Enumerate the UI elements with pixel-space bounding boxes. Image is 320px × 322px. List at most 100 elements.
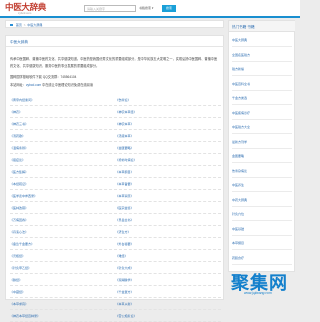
book-link[interactable]: 《千金翼方》 bbox=[116, 290, 222, 294]
book-link[interactable]: 《难经》 bbox=[116, 254, 222, 258]
sidebar-link[interactable]: 中医基础 bbox=[232, 227, 244, 231]
sidebar-divider bbox=[232, 118, 292, 119]
book-link[interactable]: 《黄帝内经素问》 bbox=[10, 98, 116, 102]
sidebar-divider bbox=[232, 147, 292, 148]
book-link[interactable]: 《瘟疫论》 bbox=[10, 158, 116, 162]
sidebar-divider bbox=[232, 75, 292, 76]
book-row: 《灵枢经》 《难经》 bbox=[10, 250, 221, 262]
sidebar-link[interactable]: 伤寒杂病论 bbox=[232, 169, 247, 173]
sidebar-divider bbox=[232, 104, 292, 105]
site-logo-subtitle: zybcd.com bbox=[18, 11, 32, 15]
book-link[interactable]: 《景岳全书》 bbox=[116, 218, 222, 222]
sidebar-link[interactable]: 全国名医验方 bbox=[232, 53, 250, 57]
book-link[interactable]: 《万病回春》 bbox=[10, 218, 116, 222]
book-link[interactable]: 《本草纲目》 bbox=[116, 170, 222, 174]
book-link[interactable]: 《医宗金鉴》 bbox=[116, 206, 222, 210]
sidebar-divider bbox=[232, 162, 292, 163]
book-row: 《黄帝内经素问》 《伤寒论》 bbox=[10, 94, 221, 106]
book-link[interactable]: 《本草备要》 bbox=[116, 182, 222, 186]
book-link[interactable]: 《雷公炮炙论》 bbox=[116, 314, 222, 318]
sidebar-link[interactable]: 千金方类选 bbox=[232, 96, 247, 100]
breadcrumb-current[interactable]: 中医大辞典 bbox=[27, 23, 42, 27]
sidebar-divider bbox=[232, 133, 292, 134]
book-row: 《万病回春》 《景岳全书》 bbox=[10, 214, 221, 226]
book-row: 《备急千金要方》 《外台秘要》 bbox=[10, 238, 221, 250]
book-link[interactable]: 《神农本草经》 bbox=[116, 110, 222, 114]
book-link[interactable]: 《针灸甲乙经》 bbox=[10, 266, 116, 270]
search-input[interactable]: 请输入关键字 bbox=[84, 4, 136, 12]
sidebar-title: 热门书籍 书籍 bbox=[229, 21, 295, 32]
search-type-select[interactable]: 书籍搜索 ▾ bbox=[139, 5, 161, 12]
book-link[interactable]: 《本草崇原》 bbox=[116, 194, 222, 198]
watermark-logo: 聚集网 www.jujiwang.com bbox=[218, 268, 298, 298]
sidebar-link[interactable]: 中医百科全书 bbox=[232, 82, 250, 86]
book-link[interactable]: 《医学衷中参西录》 bbox=[10, 194, 116, 198]
main-panel: 中医大辞典 传承中医国粹、普播中医药文化、共享健康知道。中医药是我国优秀文化的重… bbox=[5, 35, 224, 322]
sidebar-divider bbox=[232, 220, 292, 221]
contact-info: 国粹国学基础软件下载 QQ交流群：745564104 bbox=[10, 75, 77, 79]
sidebar-link[interactable]: 中医养生 bbox=[232, 183, 244, 187]
book-link[interactable]: 《神农三书》 bbox=[10, 122, 116, 126]
site-info: 本站网址：zybcd.com 中在线让中医理论知识免费在线阅读 bbox=[10, 82, 93, 87]
book-link[interactable]: 《医方集解》 bbox=[10, 170, 116, 174]
book-link[interactable]: 《医林改错》 bbox=[10, 206, 116, 210]
breadcrumb-home-link[interactable]: 首页 bbox=[16, 23, 22, 27]
book-row: 《医林改错》 《医宗金鉴》 bbox=[10, 202, 221, 214]
book-row: 《中藏经》 《千金翼方》 bbox=[10, 286, 221, 298]
book-row: 《温病条辨》 《金匮要略》 bbox=[10, 142, 221, 154]
sidebar-divider bbox=[232, 60, 292, 61]
book-link[interactable]: 《神农》 bbox=[10, 110, 116, 114]
book-row: 《神农》 《神农本草经》 bbox=[10, 106, 221, 118]
sidebar-link[interactable]: 中医疾病诊疗 bbox=[232, 111, 250, 115]
sidebar-link[interactable]: 药膳食疗 bbox=[232, 256, 244, 260]
site-url-link[interactable]: zybcd.com bbox=[26, 83, 41, 87]
sidebar-link[interactable]: 中医验方大全 bbox=[232, 125, 250, 129]
book-link[interactable]: 《外台秘要》 bbox=[116, 242, 222, 246]
watermark-url: www.jujiwang.com bbox=[244, 291, 272, 295]
book-link[interactable]: 《金匮要略》 bbox=[116, 146, 222, 150]
book-link[interactable]: 《神农本草经百种录》 bbox=[10, 314, 116, 318]
sidebar-link[interactable]: 最新方剂学 bbox=[232, 140, 247, 144]
book-link[interactable]: 《温病条辨》 bbox=[10, 146, 116, 150]
sidebar-divider bbox=[232, 263, 292, 264]
search-button[interactable]: 搜索 bbox=[162, 4, 176, 12]
sidebar-link[interactable]: 验方新编 bbox=[232, 67, 244, 71]
book-link[interactable]: 《中藏经》 bbox=[10, 290, 116, 294]
sidebar-link[interactable]: 金匮要略 bbox=[232, 154, 244, 158]
book-link[interactable]: 《本草求真》 bbox=[10, 302, 116, 306]
book-link[interactable]: 《脉经》 bbox=[10, 278, 116, 282]
book-row: 《医方集解》 《本草纲目》 bbox=[10, 166, 221, 178]
book-link[interactable]: 《本草从新》 bbox=[116, 302, 222, 306]
sidebar-link[interactable]: 针灸穴位 bbox=[232, 212, 244, 216]
book-link[interactable]: 《增补时病论》 bbox=[116, 158, 222, 162]
book-row: 《神农本草经百种录》 《雷公炮炙论》 bbox=[10, 310, 221, 322]
book-link[interactable]: 《汤药歌》 bbox=[10, 134, 116, 138]
book-row: 《汤药歌》 《汤液本草》 bbox=[10, 130, 221, 142]
book-list: 《黄帝内经素问》 《伤寒论》 《神农》 《神农本草经》 《神农三书》 《神农本草》 《汤药歌… bbox=[10, 94, 221, 322]
sidebar-divider bbox=[232, 249, 292, 250]
book-link[interactable]: 《伤寒论》 bbox=[116, 98, 222, 102]
sidebar-link[interactable]: 中药大辞典 bbox=[232, 198, 247, 202]
book-link[interactable]: 《濒湖脉学》 bbox=[116, 278, 222, 282]
page-title: 中医大辞典 bbox=[10, 40, 28, 44]
home-icon[interactable] bbox=[10, 23, 13, 27]
intro-text: 传承中医国粹、普播中医药文化、共享健康知道。中医药是我国优秀文化的重要组成部分，… bbox=[10, 57, 218, 68]
book-row: 《针灸甲乙经》 《针灸大成》 bbox=[10, 262, 221, 274]
sidebar-divider bbox=[232, 191, 292, 192]
sidebar: 热门书籍 书籍 中医大辞典全国名医验方 验方新编中医百科全书 千金方类选中医疾病诊疗… bbox=[228, 20, 295, 272]
book-row: 《神农三书》 《神农本草》 bbox=[10, 118, 221, 130]
book-link[interactable]: 《汤液本草》 bbox=[116, 134, 222, 138]
sidebar-link[interactable]: 中医大辞典 bbox=[232, 38, 247, 42]
book-link[interactable]: 《针灸大成》 bbox=[116, 266, 222, 270]
sidebar-divider bbox=[232, 89, 292, 90]
book-row: 《丹溪心法》 《济生方》 bbox=[10, 226, 221, 238]
book-link[interactable]: 《济生方》 bbox=[116, 230, 222, 234]
book-link[interactable]: 《丹溪心法》 bbox=[10, 230, 116, 234]
sidebar-divider bbox=[232, 46, 292, 47]
book-link[interactable]: 《本经疏证》 bbox=[10, 182, 116, 186]
book-link[interactable]: 《备急千金要方》 bbox=[10, 242, 116, 246]
book-link[interactable]: 《灵枢经》 bbox=[10, 254, 116, 258]
book-link[interactable]: 《神农本草》 bbox=[116, 122, 222, 126]
sidebar-link[interactable]: 本草纲目 bbox=[232, 241, 244, 245]
book-row: 《本经疏证》 《本草备要》 bbox=[10, 178, 221, 190]
